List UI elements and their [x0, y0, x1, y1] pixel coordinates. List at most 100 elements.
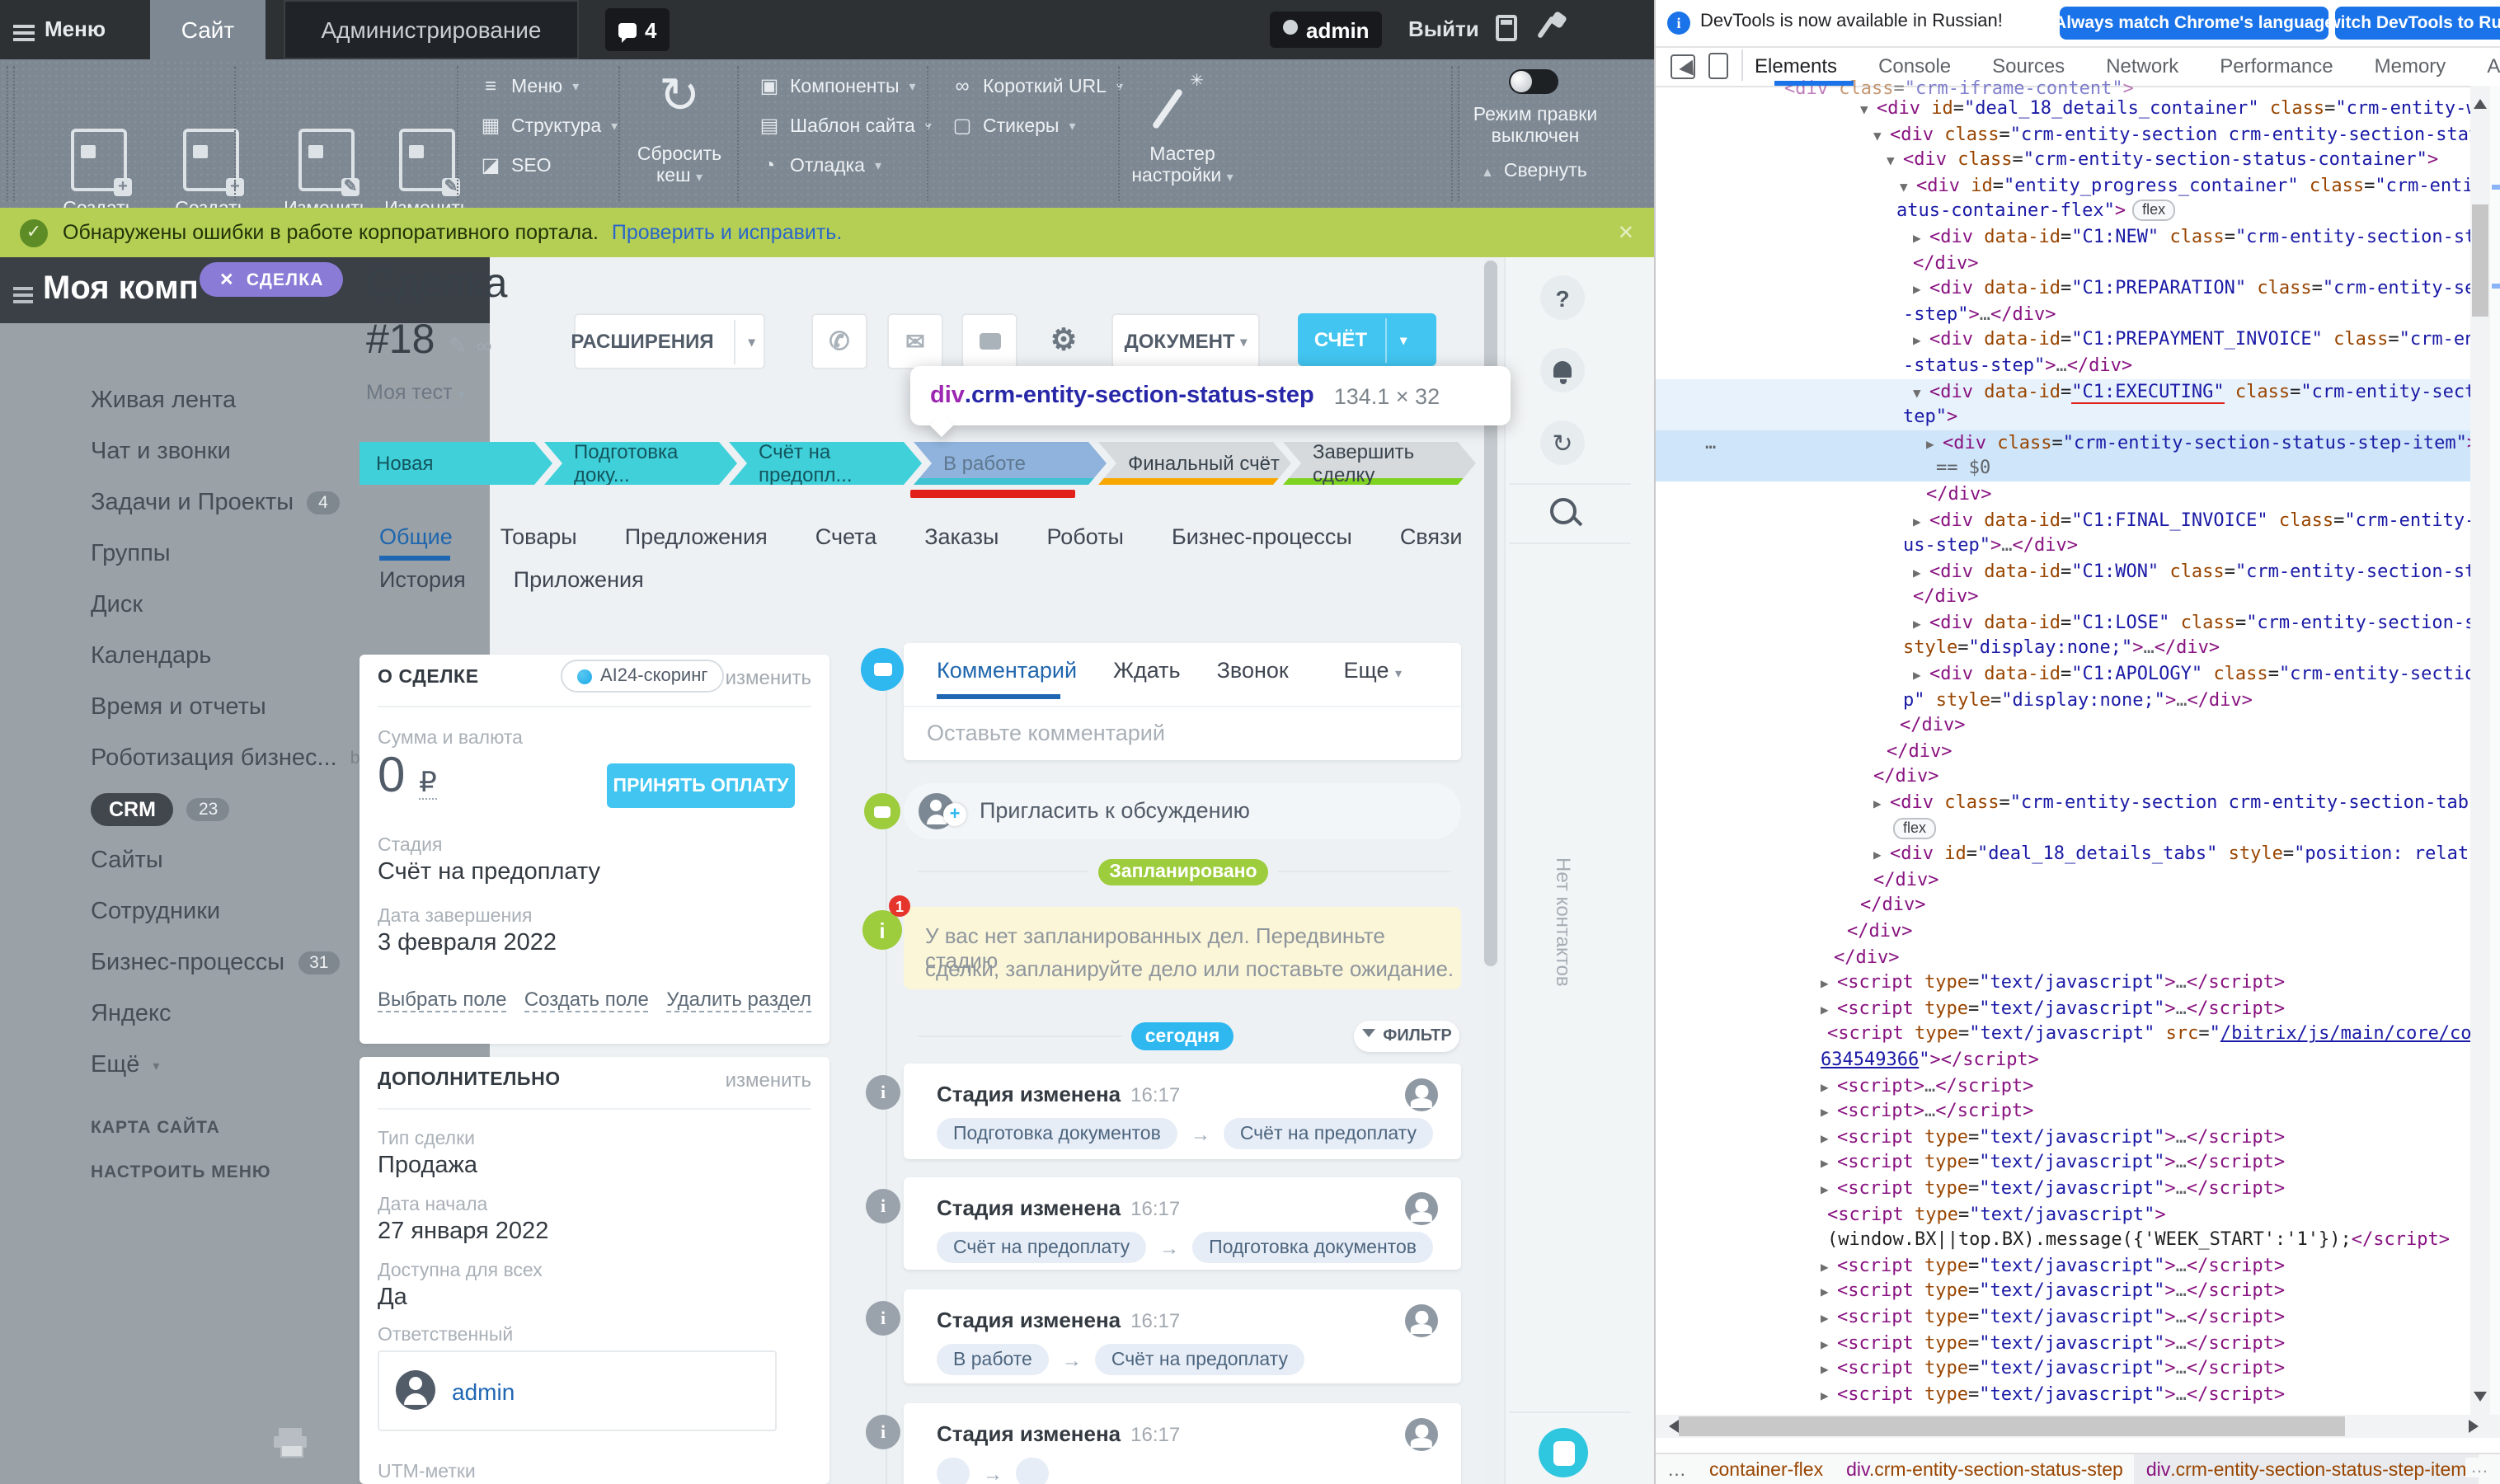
pipeline-selector[interactable]: Моя тест ▾ — [366, 381, 465, 407]
devtools-node-line[interactable]: us-step">…</div> — [1656, 533, 2470, 558]
alert-fix-link[interactable]: Проверить и исправить. — [612, 221, 842, 244]
device-toolbar-icon[interactable] — [1708, 53, 1728, 79]
help-icon[interactable]: ? — [1540, 275, 1585, 320]
devtools-node-line[interactable]: </div> — [1656, 713, 2470, 739]
hamburger-icon[interactable] — [13, 21, 35, 45]
email-button[interactable]: ✉ — [887, 313, 943, 369]
devtools-node-line[interactable]: </div> — [1656, 893, 2470, 918]
devtools-node-line[interactable]: ▼<div id="deal_18_details_container" cla… — [1656, 96, 2470, 121]
tab-Предложения[interactable]: Предложения — [625, 524, 768, 549]
gutter-dots[interactable]: … — [1705, 430, 1716, 455]
devtools-hscrollbar[interactable] — [1656, 1415, 2500, 1438]
timeline-tab-Звонок[interactable]: Звонок — [1217, 658, 1289, 683]
devtools-node-line[interactable]: atus-container-flex">flex — [1656, 199, 2470, 224]
ai-scoring-button[interactable]: AI24-скоринг — [561, 660, 724, 693]
devtools-node-line[interactable]: </div> — [1656, 918, 2470, 944]
devtools-node-line[interactable]: ▶<div data-id="C1:PREPAYMENT_INVOICE" cl… — [1656, 327, 2470, 353]
devtools-node-line[interactable]: ▶<script type="text/javascript">…</scrip… — [1656, 1150, 2470, 1176]
history-icon[interactable]: ↻ — [1540, 420, 1585, 465]
devtools-node-line[interactable]: ▼<div class="crm-entity-section crm-enti… — [1656, 121, 2470, 147]
menu-button[interactable]: Меню — [45, 16, 106, 41]
devtools-node-line[interactable]: ▼<div data-id="C1:EXECUTING" class="crm-… — [1656, 378, 2470, 404]
reset-cache-button[interactable]: Сброситькеш ▾ — [628, 145, 731, 188]
devtools-node-line[interactable]: (window.BX||top.BX).message({'WEEK_START… — [1656, 1227, 2470, 1252]
sidebar-item-4[interactable]: Диск — [91, 587, 470, 623]
close-date-value[interactable]: 3 февраля 2022 — [378, 930, 557, 956]
devtools-node-line[interactable]: tep"> — [1656, 404, 2470, 430]
devtools-tab-Sources[interactable]: Sources — [1992, 54, 2065, 77]
deal-chip[interactable]: ✕ СДЕЛКА — [200, 262, 344, 297]
breadcrumb-overflow[interactable]: … — [2465, 1458, 2493, 1477]
about-link-1[interactable]: Создать поле — [524, 988, 649, 1012]
configure-menu-link[interactable]: НАСТРОИТЬ МЕНЮ — [91, 1162, 271, 1182]
sidebar-burger-icon[interactable] — [13, 284, 33, 307]
scroll-right-arrow[interactable] — [2469, 1420, 2485, 1433]
call-button[interactable]: ✆ — [811, 313, 867, 369]
sidebar-item-2[interactable]: Задачи и Проекты4 — [91, 485, 470, 521]
scroll-left-arrow[interactable] — [1662, 1420, 1679, 1433]
devtools-node-line[interactable]: ▶<script>…</script> — [1656, 1098, 2470, 1124]
devtools-tab-Console[interactable]: Console — [1878, 54, 1951, 77]
tab-Товары[interactable]: Товары — [500, 524, 577, 549]
breadcrumb-item[interactable]: … — [1656, 1460, 1698, 1480]
notifications-badge[interactable]: 4 — [605, 8, 670, 51]
toolbar-item-SEO[interactable]: ◪SEO — [480, 155, 552, 176]
invite-box[interactable]: + Пригласить к обсуждению — [904, 783, 1461, 839]
search-icon[interactable] — [1550, 498, 1577, 524]
tab-Общие[interactable]: Общие — [379, 524, 453, 549]
wizard-button[interactable]: Мастернастройки ▾ — [1131, 145, 1234, 188]
devtools-node-line[interactable]: ▶<script type="text/javascript">…</scrip… — [1656, 1330, 2470, 1355]
inspect-element-icon[interactable] — [1671, 54, 1695, 79]
field-value[interactable]: Продажа — [378, 1153, 477, 1179]
edit-pencil-icon[interactable]: ✎ — [449, 333, 467, 359]
devtools-node-line[interactable]: ▶<script type="text/javascript">…</scrip… — [1656, 970, 2470, 995]
print-icon[interactable] — [274, 1428, 307, 1454]
devtools-node-line[interactable]: </div> — [1656, 585, 2470, 610]
scroll-up-arrow[interactable] — [2474, 92, 2487, 109]
stage-4[interactable]: Финальный счёт — [1098, 442, 1291, 485]
sitemap-link[interactable]: КАРТА САЙТА — [91, 1118, 220, 1138]
tab-Счета[interactable]: Счета — [815, 524, 876, 549]
stage-2[interactable]: Счёт на предопл... — [729, 442, 922, 485]
amount-value[interactable]: 0 ₽ — [378, 749, 437, 805]
devtools-node-line[interactable]: ▶<script type="text/javascript">…</scrip… — [1656, 1125, 2470, 1150]
about-edit-link[interactable]: изменить — [726, 666, 811, 689]
toolbar-item-Меню[interactable]: ≡Меню▾ — [480, 76, 579, 97]
devtools-vthumb[interactable] — [2472, 204, 2488, 317]
tab-site[interactable]: Сайт — [150, 0, 266, 59]
devtools-node-line[interactable]: ▶<script type="text/javascript">…</scrip… — [1656, 1176, 2470, 1201]
devtools-node-line[interactable]: </div> — [1656, 944, 2470, 970]
devtools-node-line[interactable]: ▶<script type="text/javascript">…</scrip… — [1656, 1381, 2470, 1407]
field-value[interactable]: 27 января 2022 — [378, 1219, 548, 1245]
devtools-node-line[interactable]: ▶<script type="text/javascript">…</scrip… — [1656, 1355, 2470, 1381]
wizard-icon[interactable]: ✳ — [1154, 73, 1207, 132]
settings-gear-icon[interactable]: ⚙ — [1037, 313, 1090, 366]
timeline-tab-Ждать[interactable]: Ждать — [1113, 658, 1181, 683]
tab-Роботы[interactable]: Роботы — [1046, 524, 1124, 549]
devtools-node-line[interactable]: -status-step">…</div> — [1656, 353, 2470, 378]
about-link-2[interactable]: Удалить раздел — [666, 988, 811, 1012]
devtools-node-line[interactable]: </div> — [1656, 739, 2470, 764]
devtools-node-line[interactable]: …▶<div class="crm-entity-section-status-… — [1656, 430, 2470, 455]
chip-close-icon[interactable]: ✕ — [219, 270, 235, 289]
responsible-name[interactable]: admin — [452, 1378, 515, 1405]
timeline-tab-Еще[interactable]: Еще ▾ — [1344, 658, 1402, 683]
breadcrumb-item[interactable]: container-flex — [1698, 1460, 1835, 1480]
tab-Бизнес-процессы[interactable]: Бизнес-процессы — [1172, 524, 1352, 549]
contact-center-icon[interactable] — [1539, 1428, 1588, 1477]
devtools-node-line[interactable]: -step">…</div> — [1656, 302, 2470, 327]
reset-cache-icon[interactable]: ↻ — [651, 69, 707, 125]
devtools-node-line[interactable]: p" style="display:none;">…</div> — [1656, 687, 2470, 712]
devtools-node-line[interactable]: </div> — [1656, 867, 2470, 893]
devtools-tab-Performance[interactable]: Performance — [2220, 54, 2333, 77]
devtools-hthumb[interactable] — [1679, 1416, 2345, 1436]
content-scrollbar[interactable] — [1483, 257, 1499, 1484]
devtools-node-line[interactable]: style="display:none;">…</div> — [1656, 636, 2470, 661]
devtools-node-line[interactable]: ▶<div data-id="C1:PREPARATION" class="cr… — [1656, 275, 2470, 301]
user-button[interactable]: admin — [1270, 12, 1383, 48]
additional-edit-link[interactable]: изменить — [726, 1068, 811, 1092]
devtools-node-line[interactable]: ▶<div data-id="C1:WON" class="crm-entity… — [1656, 558, 2470, 584]
document-button[interactable]: ДОКУМЕНТ ▾ — [1111, 313, 1260, 369]
tab-История[interactable]: История — [379, 567, 466, 592]
devtools-node-line[interactable]: ▶<script type="text/javascript">…</scrip… — [1656, 1304, 2470, 1330]
